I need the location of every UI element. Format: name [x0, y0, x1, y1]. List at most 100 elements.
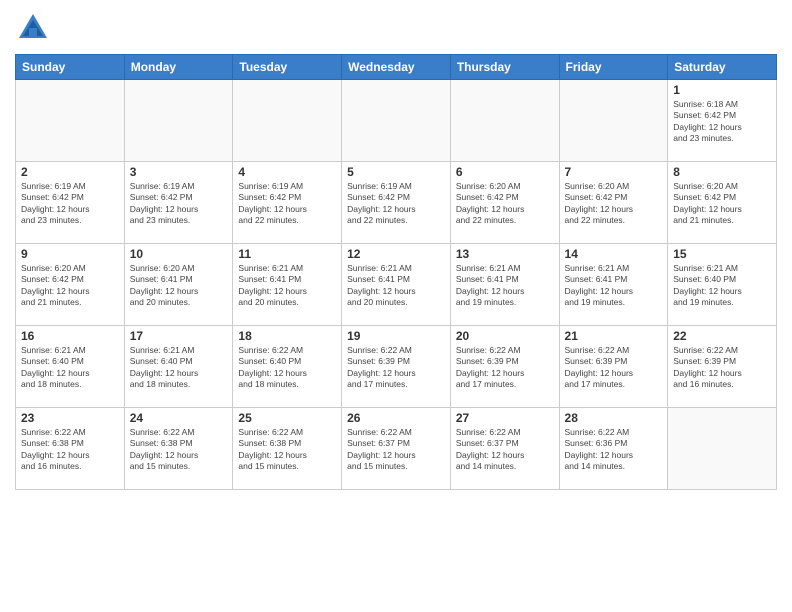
calendar-cell: 24 Sunrise: 6:22 AM Sunset: 6:38 PM Dayli… [124, 408, 233, 490]
calendar-cell [233, 80, 342, 162]
day-info: Sunrise: 6:22 AM Sunset: 6:39 PM Dayligh… [673, 345, 771, 391]
day-number: 11 [238, 247, 336, 261]
day-number: 17 [130, 329, 228, 343]
day-info: Sunrise: 6:22 AM Sunset: 6:38 PM Dayligh… [130, 427, 228, 473]
calendar-cell [668, 408, 777, 490]
calendar-week: 9 Sunrise: 6:20 AM Sunset: 6:42 PM Daylig… [16, 244, 777, 326]
weekday-header: Tuesday [233, 55, 342, 80]
day-number: 5 [347, 165, 445, 179]
calendar-cell [124, 80, 233, 162]
day-info: Sunrise: 6:19 AM Sunset: 6:42 PM Dayligh… [130, 181, 228, 227]
day-number: 2 [21, 165, 119, 179]
day-number: 22 [673, 329, 771, 343]
day-info: Sunrise: 6:22 AM Sunset: 6:38 PM Dayligh… [238, 427, 336, 473]
day-info: Sunrise: 6:19 AM Sunset: 6:42 PM Dayligh… [21, 181, 119, 227]
calendar-cell: 1 Sunrise: 6:18 AM Sunset: 6:42 PM Daylig… [668, 80, 777, 162]
calendar-body: 1 Sunrise: 6:18 AM Sunset: 6:42 PM Daylig… [16, 80, 777, 490]
calendar-cell: 8 Sunrise: 6:20 AM Sunset: 6:42 PM Daylig… [668, 162, 777, 244]
calendar-cell: 25 Sunrise: 6:22 AM Sunset: 6:38 PM Dayli… [233, 408, 342, 490]
calendar-cell: 3 Sunrise: 6:19 AM Sunset: 6:42 PM Daylig… [124, 162, 233, 244]
day-info: Sunrise: 6:22 AM Sunset: 6:39 PM Dayligh… [565, 345, 663, 391]
day-number: 9 [21, 247, 119, 261]
calendar-cell: 15 Sunrise: 6:21 AM Sunset: 6:40 PM Dayli… [668, 244, 777, 326]
day-number: 15 [673, 247, 771, 261]
calendar-cell: 18Sunrise: 6:22 AM Sunset: 6:40 PM Dayli… [233, 326, 342, 408]
weekday-header: Thursday [450, 55, 559, 80]
day-info: Sunrise: 6:22 AM Sunset: 6:37 PM Dayligh… [347, 427, 445, 473]
day-number: 7 [565, 165, 663, 179]
day-number: 21 [565, 329, 663, 343]
calendar-cell: 17 Sunrise: 6:21 AM Sunset: 6:40 PM Dayli… [124, 326, 233, 408]
calendar-cell: 6 Sunrise: 6:20 AM Sunset: 6:42 PM Daylig… [450, 162, 559, 244]
day-info: Sunrise: 6:22 AM Sunset: 6:38 PM Dayligh… [21, 427, 119, 473]
weekday-header: Sunday [16, 55, 125, 80]
day-number: 4 [238, 165, 336, 179]
day-number: 19 [347, 329, 445, 343]
day-info: Sunrise: 6:21 AM Sunset: 6:40 PM Dayligh… [130, 345, 228, 391]
weekday-row: SundayMondayTuesdayWednesdayThursdayFrid… [16, 55, 777, 80]
calendar-week: 1 Sunrise: 6:18 AM Sunset: 6:42 PM Daylig… [16, 80, 777, 162]
calendar-cell [342, 80, 451, 162]
day-info: Sunrise: 6:20 AM Sunset: 6:42 PM Dayligh… [565, 181, 663, 227]
day-info: Sunrise: 6:21 AM Sunset: 6:41 PM Dayligh… [456, 263, 554, 309]
day-info: Sunrise: 6:22 AM Sunset: 6:39 PM Dayligh… [347, 345, 445, 391]
calendar-cell [450, 80, 559, 162]
calendar-cell: 9 Sunrise: 6:20 AM Sunset: 6:42 PM Daylig… [16, 244, 125, 326]
day-info: Sunrise: 6:19 AM Sunset: 6:42 PM Dayligh… [238, 181, 336, 227]
calendar-cell: 23 Sunrise: 6:22 AM Sunset: 6:38 PM Dayli… [16, 408, 125, 490]
day-info: Sunrise: 6:19 AM Sunset: 6:42 PM Dayligh… [347, 181, 445, 227]
calendar-cell [16, 80, 125, 162]
day-number: 13 [456, 247, 554, 261]
calendar-cell: 27 Sunrise: 6:22 AM Sunset: 6:37 PM Dayli… [450, 408, 559, 490]
day-number: 20 [456, 329, 554, 343]
calendar-week: 16 Sunrise: 6:21 AM Sunset: 6:40 PM Dayli… [16, 326, 777, 408]
page: SundayMondayTuesdayWednesdayThursdayFrid… [0, 0, 792, 612]
day-number: 6 [456, 165, 554, 179]
day-info: Sunrise: 6:20 AM Sunset: 6:42 PM Dayligh… [456, 181, 554, 227]
day-info: Sunrise: 6:21 AM Sunset: 6:41 PM Dayligh… [347, 263, 445, 309]
calendar-cell: 26 Sunrise: 6:22 AM Sunset: 6:37 PM Dayli… [342, 408, 451, 490]
calendar-header: SundayMondayTuesdayWednesdayThursdayFrid… [16, 55, 777, 80]
day-number: 27 [456, 411, 554, 425]
calendar-cell: 2 Sunrise: 6:19 AM Sunset: 6:42 PM Daylig… [16, 162, 125, 244]
day-info: Sunrise: 6:22 AM Sunset: 6:37 PM Dayligh… [456, 427, 554, 473]
calendar-cell: 7 Sunrise: 6:20 AM Sunset: 6:42 PM Daylig… [559, 162, 668, 244]
calendar-cell: 28Sunrise: 6:22 AM Sunset: 6:36 PM Dayli… [559, 408, 668, 490]
calendar-week: 2 Sunrise: 6:19 AM Sunset: 6:42 PM Daylig… [16, 162, 777, 244]
day-number: 1 [673, 83, 771, 97]
calendar-cell [559, 80, 668, 162]
calendar-table: SundayMondayTuesdayWednesdayThursdayFrid… [15, 54, 777, 490]
day-number: 14 [565, 247, 663, 261]
calendar-cell: 22 Sunrise: 6:22 AM Sunset: 6:39 PM Dayli… [668, 326, 777, 408]
day-number: 16 [21, 329, 119, 343]
weekday-header: Monday [124, 55, 233, 80]
day-info: Sunrise: 6:20 AM Sunset: 6:42 PM Dayligh… [21, 263, 119, 309]
day-info: Sunrise: 6:18 AM Sunset: 6:42 PM Dayligh… [673, 99, 771, 145]
calendar-cell: 19 Sunrise: 6:22 AM Sunset: 6:39 PM Dayli… [342, 326, 451, 408]
day-number: 8 [673, 165, 771, 179]
day-number: 25 [238, 411, 336, 425]
calendar-cell: 13 Sunrise: 6:21 AM Sunset: 6:41 PM Dayli… [450, 244, 559, 326]
calendar-cell: 14Sunrise: 6:21 AM Sunset: 6:41 PM Dayli… [559, 244, 668, 326]
calendar-cell: 16 Sunrise: 6:21 AM Sunset: 6:40 PM Dayli… [16, 326, 125, 408]
calendar-cell: 4 Sunrise: 6:19 AM Sunset: 6:42 PM Daylig… [233, 162, 342, 244]
header [15, 10, 777, 46]
day-info: Sunrise: 6:20 AM Sunset: 6:42 PM Dayligh… [673, 181, 771, 227]
day-number: 24 [130, 411, 228, 425]
calendar-cell: 11Sunrise: 6:21 AM Sunset: 6:41 PM Dayli… [233, 244, 342, 326]
day-info: Sunrise: 6:21 AM Sunset: 6:40 PM Dayligh… [21, 345, 119, 391]
day-number: 28 [565, 411, 663, 425]
weekday-header: Saturday [668, 55, 777, 80]
logo [15, 10, 55, 46]
weekday-header: Wednesday [342, 55, 451, 80]
calendar-cell: 10Sunrise: 6:20 AM Sunset: 6:41 PM Dayli… [124, 244, 233, 326]
calendar-cell: 21 Sunrise: 6:22 AM Sunset: 6:39 PM Dayli… [559, 326, 668, 408]
calendar-week: 23 Sunrise: 6:22 AM Sunset: 6:38 PM Dayli… [16, 408, 777, 490]
calendar-cell: 5 Sunrise: 6:19 AM Sunset: 6:42 PM Daylig… [342, 162, 451, 244]
day-number: 3 [130, 165, 228, 179]
day-number: 12 [347, 247, 445, 261]
day-number: 23 [21, 411, 119, 425]
day-number: 26 [347, 411, 445, 425]
calendar-cell: 12 Sunrise: 6:21 AM Sunset: 6:41 PM Dayli… [342, 244, 451, 326]
day-info: Sunrise: 6:21 AM Sunset: 6:40 PM Dayligh… [673, 263, 771, 309]
